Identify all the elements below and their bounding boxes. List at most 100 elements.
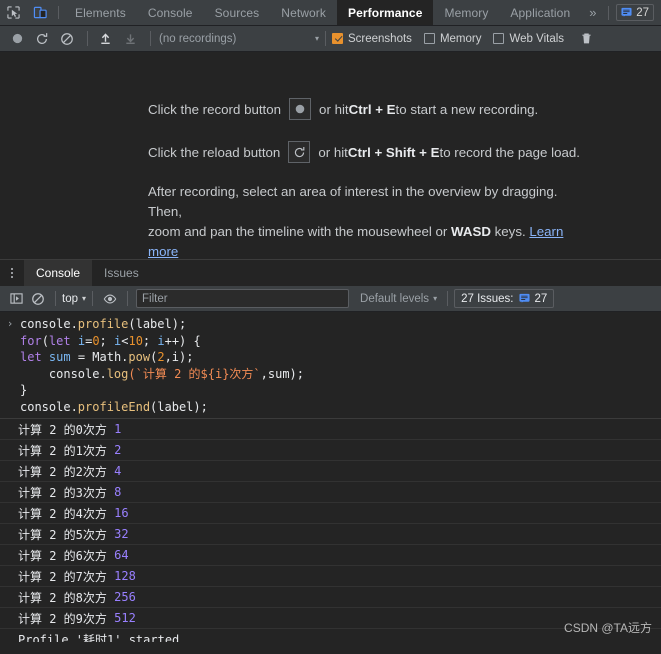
filter-input[interactable] — [136, 289, 350, 308]
code-token: 0 — [92, 333, 100, 348]
console-sidebar-icon[interactable] — [5, 289, 27, 309]
live-expression-eye-icon[interactable] — [99, 289, 121, 309]
code-token: ,i); — [164, 350, 194, 364]
toolbar-divider — [447, 291, 449, 306]
console-log-rows: 计算 2 的0次方 1 计算 2 的1次方 2 计算 2 的2次方 4 计算 2 的3… — [0, 419, 661, 642]
console-log-row[interactable]: 计算 2 的0次方 1 — [0, 419, 661, 440]
tab-elements[interactable]: Elements — [64, 0, 137, 25]
checkbox-icon — [493, 33, 505, 44]
inspect-cursor-icon[interactable] — [0, 0, 27, 25]
screenshots-label: Screenshots — [348, 32, 412, 45]
device-toolbar-icon[interactable] — [27, 0, 54, 25]
tab-performance[interactable]: Performance — [337, 0, 434, 25]
tab-network[interactable]: Network — [270, 0, 337, 25]
log-text: 计算 2 的7次方 — [18, 569, 115, 584]
chevron-down-icon: ▾ — [433, 294, 438, 303]
issues-badge[interactable]: 27 — [616, 4, 654, 21]
reload-hint-keys: Ctrl + Shift + E — [347, 144, 440, 160]
code-token: for — [20, 333, 42, 348]
inline-reload-button[interactable] — [288, 141, 311, 163]
console-log-row[interactable]: 计算 2 的1次方 2 — [0, 440, 661, 461]
record-icon[interactable] — [6, 29, 28, 49]
console-log-row[interactable]: 计算 2 的2次方 4 — [0, 461, 661, 482]
memory-checkbox[interactable]: Memory — [423, 33, 481, 45]
inline-record-button[interactable] — [289, 98, 312, 120]
tab-console[interactable]: Console — [137, 0, 204, 25]
record-hint: Click the record button or hit Ctrl + E … — [0, 96, 661, 122]
code-token: sum — [48, 350, 71, 364]
tab-sources[interactable]: Sources — [204, 0, 271, 25]
performance-toolbar: (no recordings) ▾ Screenshots Memory Web… — [0, 26, 661, 52]
web-vitals-label: Web Vitals — [509, 32, 565, 45]
log-value: 1 — [114, 422, 122, 436]
drawer-tab-bar: Console Issues — [0, 259, 661, 286]
log-value: 4 — [114, 464, 122, 478]
clear-console-icon[interactable] — [27, 289, 49, 309]
log-levels-dropdown[interactable]: Default levels ▾ — [360, 293, 437, 305]
drawer-more-options-icon[interactable] — [0, 260, 24, 286]
log-text: 计算 2 的5次方 — [18, 527, 115, 542]
log-value: 256 — [114, 590, 136, 604]
tab-label: Application — [510, 5, 571, 20]
reload-icon[interactable] — [31, 29, 53, 49]
log-value: 512 — [114, 611, 136, 625]
tab-memory[interactable]: Memory — [433, 0, 499, 25]
web-vitals-checkbox[interactable]: Web Vitals — [493, 33, 564, 45]
reload-hint-pre: Click the reload button — [148, 144, 281, 160]
tab-label: Performance — [348, 5, 423, 20]
reload-hint: Click the reload button or hit Ctrl + Sh… — [0, 139, 661, 165]
tab-label: Elements — [75, 5, 126, 20]
code-line: } — [20, 382, 304, 399]
issues-label: 27 Issues: — [461, 292, 514, 305]
code-token: ,sum); — [260, 366, 304, 381]
screenshots-checkbox[interactable]: Screenshots — [332, 33, 412, 45]
tab-application[interactable]: Application — [499, 0, 581, 25]
toolbar-divider — [608, 5, 610, 20]
drawer-tab-console[interactable]: Console — [24, 260, 93, 286]
code-token: pow — [128, 350, 151, 364]
download-profile-icon[interactable] — [119, 29, 141, 49]
console-log-row[interactable]: 计算 2 的8次方 256 — [0, 587, 661, 608]
recordings-dropdown[interactable]: (no recordings) ▾ — [159, 33, 319, 45]
code-line: console.log(`计算 2 的${i}次方`,sum); — [20, 366, 304, 383]
code-token: profileEnd — [77, 399, 151, 414]
prompt-arrow-icon: › — [6, 317, 14, 330]
issues-count: 27 — [534, 292, 548, 305]
instructions-line2a: zoom and pan the timeline with the mouse… — [148, 224, 452, 239]
console-log-row[interactable]: 计算 2 的6次方 64 — [0, 545, 661, 566]
log-text: 计算 2 的4次方 — [18, 506, 115, 521]
log-levels-value: Default levels — [360, 292, 430, 305]
clear-icon[interactable] — [56, 29, 78, 49]
more-tabs-icon[interactable]: » — [581, 0, 604, 25]
toolbar-divider — [55, 291, 56, 306]
console-log-row[interactable]: 计算 2 的5次方 32 — [0, 524, 661, 545]
code-token: = Math. — [70, 350, 129, 364]
console-log-row[interactable]: 计算 2 的4次方 16 — [0, 503, 661, 524]
log-value: 16 — [114, 506, 129, 520]
console-log-row[interactable]: 计算 2 的3次方 8 — [0, 482, 661, 503]
code-token: (label); — [128, 317, 187, 331]
console-message-list[interactable]: › console.profile(label); for(let i=0; i<… — [0, 312, 661, 642]
drawer-tab-issues[interactable]: Issues — [92, 260, 151, 286]
log-text: 计算 2 的1次方 — [18, 443, 115, 458]
console-log-row[interactable]: 计算 2 的9次方 512 — [0, 608, 661, 629]
drawer-tab-label: Console — [36, 266, 81, 280]
code-token: ( — [41, 333, 49, 348]
toolbar-divider — [150, 31, 151, 46]
issue-message-icon — [621, 7, 632, 17]
console-log-row[interactable]: 计算 2 的7次方 128 — [0, 566, 661, 587]
toolbar-divider — [92, 291, 94, 306]
trash-icon[interactable] — [580, 32, 593, 45]
chevron-down-icon: ▾ — [314, 34, 319, 43]
code-token: ++) { — [164, 333, 201, 348]
devtools-tab-bar: Elements Console Sources Network Perform… — [0, 0, 661, 26]
toolbar-divider — [58, 6, 59, 19]
execution-context-dropdown[interactable]: top ▾ — [62, 293, 86, 305]
tab-label: Sources — [214, 5, 260, 20]
console-log-row[interactable]: Profile '耗时1' started. — [0, 629, 661, 643]
upload-profile-icon[interactable] — [94, 29, 116, 49]
console-issues-pill[interactable]: 27 Issues: 27 — [454, 289, 555, 308]
log-value: 2 — [114, 443, 122, 457]
